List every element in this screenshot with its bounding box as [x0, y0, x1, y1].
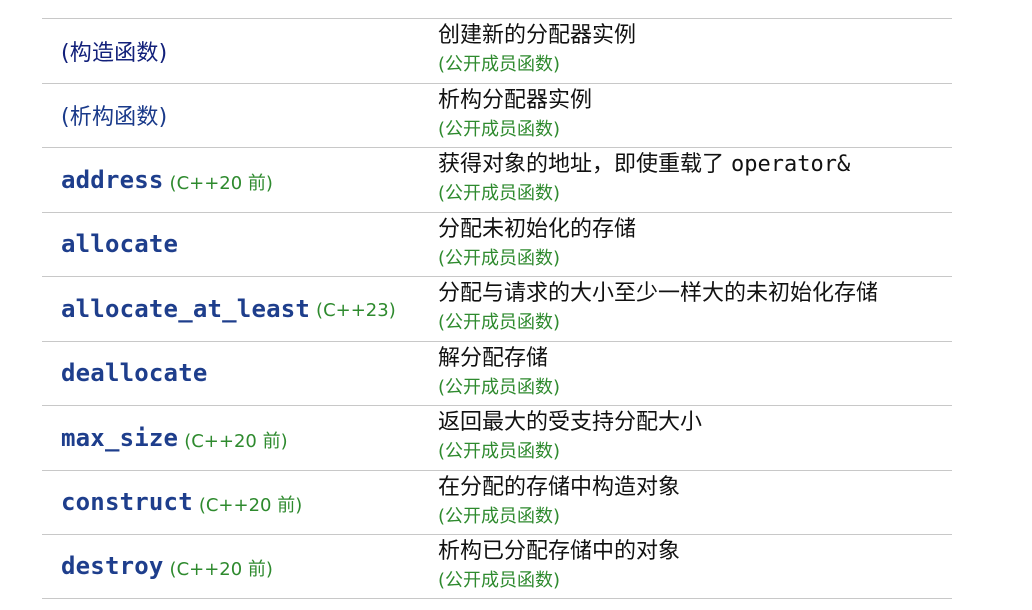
allocate-link[interactable]: allocate [61, 230, 178, 258]
construct-link[interactable]: construct [61, 488, 193, 516]
member-description-cell: 获得对象的地址，即使重载了 operator& (公开成员函数) [438, 150, 850, 208]
deallocate-link[interactable]: deallocate [61, 359, 208, 387]
table-row: (构造函数) 创建新的分配器实例 (公开成员函数) [42, 18, 952, 83]
member-name-cell: address (C++20 前) [61, 148, 273, 212]
version-badge: (C++20 前) [169, 172, 273, 194]
member-kind-label: (公开成员函数) [438, 505, 561, 527]
max-size-link[interactable]: max_size [61, 424, 178, 452]
member-kind-label: (公开成员函数) [438, 118, 561, 140]
allocate-at-least-link[interactable]: allocate_at_least [61, 295, 310, 323]
member-description: 分配与请求的大小至少一样大的未初始化存储 [438, 281, 879, 306]
member-description-cell: 解分配存储 (公开成员函数) [438, 344, 560, 402]
member-description-cell: 分配与请求的大小至少一样大的未初始化存储 (公开成员函数) [438, 279, 878, 337]
member-kind-label: (公开成员函数) [438, 376, 561, 398]
table-row: destroy (C++20 前) 析构已分配存储中的对象 (公开成员函数) [42, 534, 952, 599]
member-description: 返回最大的受支持分配大小 [438, 410, 703, 435]
member-description: 解分配存储 [438, 345, 549, 371]
table-row: max_size (C++20 前) 返回最大的受支持分配大小 (公开成员函数) [42, 405, 952, 470]
member-description: 获得对象的地址，即使重载了 operator& [438, 150, 850, 180]
member-name-cell: max_size (C++20 前) [61, 406, 288, 470]
table-row: allocate_at_least (C++23) 分配与请求的大小至少一样大的… [42, 276, 952, 341]
destroy-link[interactable]: destroy [61, 552, 164, 580]
member-description-cell: 在分配的存储中构造对象 (公开成员函数) [438, 473, 680, 531]
table-row: address (C++20 前) 获得对象的地址，即使重载了 operator… [42, 147, 952, 212]
member-kind-label: (公开成员函数) [438, 570, 561, 591]
member-description: 在分配的存储中构造对象 [438, 474, 681, 500]
member-description: 析构已分配存储中的对象 [438, 539, 681, 564]
member-description: 分配未初始化的存储 [438, 216, 637, 242]
member-name-cell: (构造函数) [61, 19, 167, 83]
destructor-link[interactable]: (析构函数) [61, 99, 167, 131]
member-kind-label: (公开成员函数) [438, 247, 561, 269]
table-row: allocate 分配未初始化的存储 (公开成员函数) [42, 211, 952, 277]
table-row: (析构函数) 析构分配器实例 (公开成员函数) [42, 82, 952, 148]
member-description-cell: 析构分配器实例 (公开成员函数) [438, 86, 592, 144]
member-kind-label: (公开成员函数) [438, 441, 561, 462]
member-name-cell: allocate_at_least (C++23) [61, 277, 396, 341]
member-name-cell: construct (C++20 前) [61, 471, 302, 535]
member-description: 析构分配器实例 [438, 87, 593, 113]
member-kind-label: (公开成员函数) [438, 312, 561, 333]
address-link[interactable]: address [61, 166, 164, 194]
member-name-cell: destroy (C++20 前) [61, 535, 273, 598]
member-description-cell: 分配未初始化的存储 (公开成员函数) [438, 215, 636, 273]
version-badge: (C++23) [316, 300, 396, 322]
member-name-cell: allocate [61, 213, 178, 277]
member-kind-label: (公开成员函数) [438, 183, 561, 204]
member-description-cell: 返回最大的受支持分配大小 (公开成员函数) [438, 408, 702, 466]
member-description-cell: 创建新的分配器实例 (公开成员函数) [438, 21, 636, 79]
version-badge: (C++20 前) [198, 495, 303, 517]
member-function-table: (构造函数) 创建新的分配器实例 (公开成员函数) (析构函数) 析构分配器实例… [42, 18, 952, 599]
member-description-cell: 析构已分配存储中的对象 (公开成员函数) [438, 537, 680, 595]
operator-code: operator& [731, 152, 851, 177]
member-name-cell: deallocate [61, 342, 208, 406]
member-name-cell: (析构函数) [61, 84, 167, 148]
version-badge: (C++20 前) [184, 430, 288, 452]
member-kind-label: (公开成员函数) [438, 54, 561, 75]
member-description: 创建新的分配器实例 [438, 23, 637, 48]
table-row: deallocate 解分配存储 (公开成员函数) [42, 340, 952, 406]
table-row: construct (C++20 前) 在分配的存储中构造对象 (公开成员函数) [42, 469, 952, 535]
version-badge: (C++20 前) [169, 559, 273, 581]
member-description-text: 获得对象的地址，即使重载了 [438, 152, 731, 177]
constructor-link[interactable]: (构造函数) [61, 35, 167, 67]
